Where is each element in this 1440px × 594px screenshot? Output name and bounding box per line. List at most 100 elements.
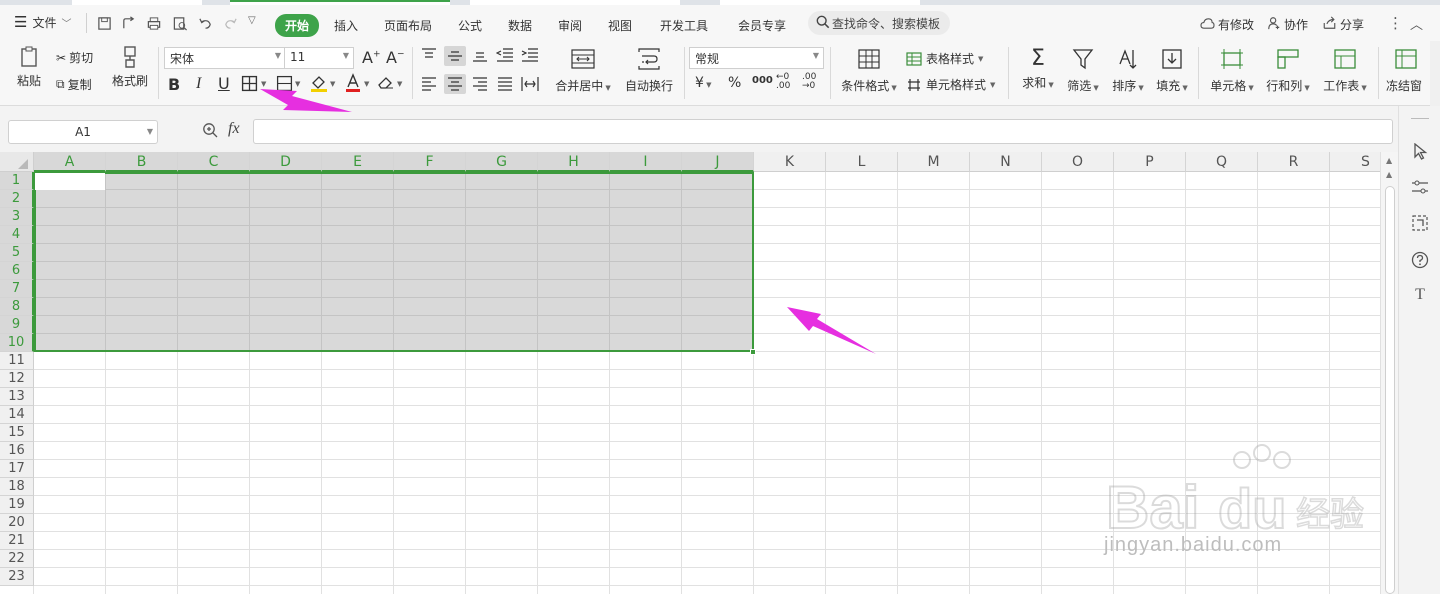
increase-decimal-icon[interactable]: ←0.00	[776, 73, 790, 91]
row-header[interactable]: 9	[0, 316, 34, 334]
row-header[interactable]: 18	[0, 478, 34, 496]
formula-input[interactable]	[253, 119, 1393, 144]
collaborate-button[interactable]: 协作	[1267, 16, 1308, 33]
row-header[interactable]: 17	[0, 460, 34, 478]
bold-button[interactable]: B	[168, 75, 180, 94]
row-header[interactable]: 23	[0, 568, 34, 586]
row-header[interactable]: 22	[0, 550, 34, 568]
thousands-separator-icon[interactable]: 000	[752, 75, 773, 86]
freeze-panes-button[interactable]: 冻结窗	[1386, 48, 1430, 94]
font-name-select[interactable]: 宋体 ▼	[164, 47, 286, 69]
filter-button[interactable]: 筛选 ▼	[1064, 48, 1102, 94]
help-icon[interactable]	[1409, 249, 1431, 271]
align-bottom-icon[interactable]	[472, 48, 488, 65]
decrease-font-icon[interactable]: A−	[386, 48, 405, 67]
cell-button[interactable]: 单元格 ▼	[1208, 48, 1256, 94]
fill-handle[interactable]	[750, 349, 756, 355]
tab-home[interactable]: 开始	[275, 14, 320, 37]
row-header[interactable]: 13	[0, 388, 34, 406]
merge-center-button[interactable]: 合并居中 ▼	[554, 48, 612, 94]
row-header[interactable]: 12	[0, 370, 34, 388]
share-link-icon[interactable]	[118, 13, 138, 33]
command-search[interactable]: 查找命令、搜索模板	[808, 11, 951, 35]
italic-button[interactable]: I	[196, 75, 201, 93]
column-header[interactable]: Q	[1186, 152, 1258, 172]
worksheet-button[interactable]: 工作表 ▼	[1320, 48, 1370, 94]
paste-button[interactable]: 粘贴	[14, 45, 44, 89]
file-menu[interactable]: ☰ 文件 ﹀	[14, 13, 71, 31]
chevron-down-icon[interactable]: ▼	[397, 80, 402, 88]
tab-review[interactable]: 审阅	[558, 17, 582, 34]
fill-color-icon[interactable]	[309, 73, 329, 96]
tab-member[interactable]: 会员专享	[738, 17, 786, 34]
justify-icon[interactable]	[497, 77, 513, 94]
column-header[interactable]: D	[250, 152, 322, 172]
column-header[interactable]: M	[898, 152, 970, 172]
column-header[interactable]: K	[754, 152, 826, 172]
row-header[interactable]: 10	[0, 334, 34, 352]
tab-page-layout[interactable]: 页面布局	[384, 17, 432, 34]
increase-indent-icon[interactable]	[521, 48, 539, 65]
cursor-select-icon[interactable]	[1409, 140, 1431, 162]
modified-status[interactable]: 有修改	[1200, 16, 1254, 33]
column-header[interactable]: P	[1114, 152, 1186, 172]
column-header[interactable]: F	[394, 152, 466, 172]
borders-icon[interactable]	[241, 75, 258, 95]
column-header[interactable]: L	[826, 152, 898, 172]
column-header[interactable]: R	[1258, 152, 1330, 172]
share-button[interactable]: 分享	[1322, 16, 1364, 33]
align-middle-icon[interactable]	[444, 46, 466, 66]
column-header[interactable]: I	[610, 152, 682, 172]
font-color-icon[interactable]	[344, 73, 362, 96]
collapse-ribbon-icon[interactable]: ︿	[1410, 14, 1423, 33]
row-header[interactable]: 16	[0, 442, 34, 460]
save-icon[interactable]	[94, 13, 114, 33]
row-header[interactable]: 7	[0, 280, 34, 298]
column-header[interactable]: A	[34, 152, 106, 172]
vertical-scrollbar[interactable]: ▲ ▲	[1380, 152, 1398, 594]
row-header[interactable]: 15	[0, 424, 34, 442]
column-header[interactable]: B	[106, 152, 178, 172]
row-header[interactable]: 14	[0, 406, 34, 424]
more-options-icon[interactable]: ⋮	[1388, 14, 1403, 32]
row-header[interactable]: 4	[0, 226, 34, 244]
column-header[interactable]: G	[466, 152, 538, 172]
row-header[interactable]: 20	[0, 514, 34, 532]
row-header[interactable]: 8	[0, 298, 34, 316]
row-header[interactable]: 1	[0, 172, 34, 190]
print-icon[interactable]	[144, 13, 164, 33]
text-tool-icon[interactable]: T	[1409, 284, 1431, 306]
column-header[interactable]: J	[682, 152, 754, 172]
settings-sliders-icon[interactable]	[1409, 176, 1431, 198]
active-cell[interactable]	[35, 173, 105, 190]
column-header[interactable]: H	[538, 152, 610, 172]
row-header[interactable]: 21	[0, 532, 34, 550]
tab-insert[interactable]: 插入	[334, 17, 358, 34]
decrease-decimal-icon[interactable]: .00 →0	[802, 73, 816, 91]
chevron-down-icon[interactable]: ▼	[295, 80, 300, 88]
name-box[interactable]: A1 ▼	[8, 120, 158, 144]
selected-range[interactable]	[34, 172, 754, 352]
row-header[interactable]: 2	[0, 190, 34, 208]
column-header[interactable]: E	[322, 152, 394, 172]
column-header[interactable]: N	[970, 152, 1042, 172]
decrease-indent-icon[interactable]	[495, 48, 514, 65]
align-center-icon[interactable]	[444, 74, 466, 94]
fill-button[interactable]: 填充 ▼	[1153, 48, 1191, 94]
wrap-text-button[interactable]: 自动换行	[622, 48, 676, 94]
redo-icon[interactable]	[220, 13, 240, 33]
quick-access-dropdown-icon[interactable]: ▽	[248, 15, 256, 26]
sort-button[interactable]: 排序 ▼	[1109, 48, 1147, 94]
cut-button[interactable]: ✂ 剪切	[56, 49, 93, 66]
tab-view[interactable]: 视图	[608, 17, 632, 34]
undo-icon[interactable]	[195, 13, 215, 33]
row-header[interactable]: 19	[0, 496, 34, 514]
format-painter-button[interactable]: 格式刷	[110, 45, 150, 89]
column-header[interactable]: S	[1330, 152, 1380, 172]
row-header[interactable]: 3	[0, 208, 34, 226]
scrollbar-thumb[interactable]	[1385, 186, 1395, 594]
percent-icon[interactable]: %	[728, 75, 741, 91]
ribbon-scrollbar[interactable]	[1430, 41, 1440, 106]
scroll-up-icon[interactable]: ▲	[1386, 156, 1392, 165]
scroll-up-icon[interactable]: ▲	[1386, 170, 1392, 179]
